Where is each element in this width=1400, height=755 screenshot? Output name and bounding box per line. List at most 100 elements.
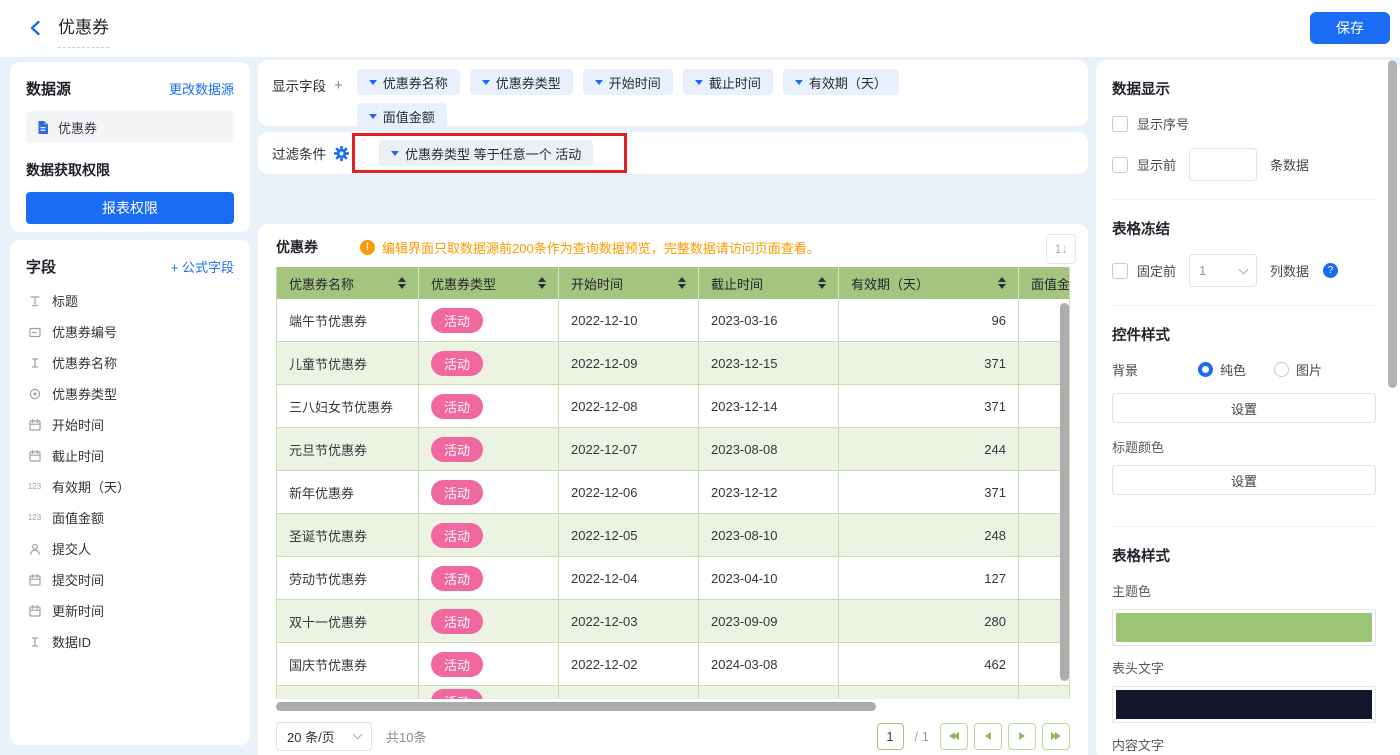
column-header[interactable]: 截止时间 <box>699 267 839 299</box>
save-button[interactable]: 保存 <box>1310 12 1390 44</box>
preview-notice-text: 编辑界面只取数据源前200条作为查询数据预览，完整数据请访问页面查看。 <box>382 240 820 256</box>
warning-icon: ! <box>360 239 375 255</box>
fields-heading: 字段 <box>26 259 57 276</box>
display-field-chips: 优惠券名称 优惠券类型 开始时间 截止时间 有效期（天） 面值金额 <box>356 69 957 129</box>
display-field-chip-label: 开始时间 <box>608 75 661 91</box>
table-row: 儿童节优惠券 活动 2022-12-09 2023-12-15 371 <box>277 342 1069 385</box>
first-page-button[interactable] <box>940 722 968 750</box>
divider <box>1112 199 1376 200</box>
page-size-select[interactable]: 20 条/页 <box>276 721 372 751</box>
cell-validity-days: 462 <box>839 643 1019 686</box>
show-index-checkbox[interactable] <box>1112 115 1128 132</box>
current-page-input[interactable]: 1 <box>876 722 904 750</box>
filter-chips: 优惠券类型 等于任意一个 活动 <box>379 140 594 166</box>
title-color-set-button[interactable]: 设置 <box>1112 465 1376 495</box>
field-item[interactable]: 优惠券类型 <box>26 378 234 409</box>
preview-panel: 优惠券 ! 编辑界面只取数据源前200条作为查询数据预览，完整数据请访问页面查看… <box>258 224 1088 755</box>
table-header-row: 优惠券名称 优惠券类型 开始时间 截止时间 有效期（天） 面值金额 <box>277 267 1070 299</box>
field-item[interactable]: 123 有效期（天） <box>26 471 234 502</box>
vertical-scrollbar[interactable] <box>1060 303 1069 681</box>
page-title[interactable]: 优惠券 <box>58 13 109 48</box>
show-first-checkbox[interactable] <box>1112 156 1128 173</box>
filter-condition-chip-label: 优惠券类型 等于任意一个 活动 <box>405 146 582 162</box>
table-row: 新年优惠券 活动 2022-12-06 2023-12-12 371 <box>277 471 1069 514</box>
cell-start-date: 2022-12-05 <box>559 514 699 557</box>
add-formula-field-link[interactable]: + 公式字段 <box>171 257 234 276</box>
sort-arrows-icon[interactable] <box>818 277 826 289</box>
field-item[interactable]: 开始时间 <box>26 409 234 440</box>
field-item[interactable]: 优惠券名称 <box>26 347 234 378</box>
fields-panel: 字段 + 公式字段 标题优惠券编号 优惠券名称 优惠券类型 开始时间 截止时间 123 有效… <box>10 240 250 745</box>
column-header-label: 截止时间 <box>711 276 764 292</box>
display-field-chip[interactable]: 优惠券类型 <box>469 69 573 95</box>
background-solid-option[interactable]: 纯色 <box>1198 360 1246 379</box>
freeze-count-select[interactable]: 1 <box>1189 254 1258 287</box>
field-item[interactable]: 标题 <box>26 285 234 316</box>
header-text-color-swatch[interactable] <box>1112 686 1376 723</box>
field-item[interactable]: 优惠券编号 <box>26 316 234 347</box>
cell-coupon-type: 活动 <box>419 514 559 557</box>
sort-order-icon[interactable]: 1↓ <box>1046 234 1076 264</box>
divider <box>1112 305 1376 306</box>
display-field-chip[interactable]: 优惠券名称 <box>356 69 460 95</box>
report-permission-button[interactable]: 报表权限 <box>26 192 234 224</box>
field-item[interactable]: 123 面值金额 <box>26 502 234 533</box>
field-item[interactable]: 数据ID <box>26 626 234 657</box>
cell-end-date: 2023-08-08 <box>699 428 839 471</box>
radio-selected-icon[interactable] <box>1198 362 1213 377</box>
datasource-item[interactable]: 优惠券 <box>26 111 234 143</box>
table-row: 圣诞节优惠券 活动 2022-12-05 2023-08-10 248 <box>277 514 1069 557</box>
table-row: 活动 <box>277 686 1069 699</box>
sort-arrows-icon[interactable] <box>538 277 546 289</box>
last-page-button[interactable] <box>1042 722 1070 750</box>
cell-end-date: 2023-08-10 <box>699 514 839 557</box>
display-field-chip[interactable]: 截止时间 <box>682 69 773 95</box>
field-item-label: 面值金额 <box>52 511 105 526</box>
radio-unselected-icon[interactable] <box>1274 362 1290 377</box>
column-header[interactable]: 有效期（天） <box>839 267 1019 299</box>
sort-arrows-icon[interactable] <box>678 277 686 289</box>
table-row: 国庆节优惠券 活动 2022-12-02 2024-03-08 462 <box>277 643 1069 686</box>
field-item[interactable]: 提交人 <box>26 533 234 564</box>
freeze-prefix-label: 固定前 <box>1137 264 1177 279</box>
field-item[interactable]: 更新时间 <box>26 595 234 626</box>
filter-label: 过滤条件 <box>272 147 326 162</box>
pagination-bar: 20 条/页 共10条 1 / 1 <box>276 718 1070 754</box>
table-row: 劳动节优惠券 活动 2022-12-04 2023-04-10 127 <box>277 557 1069 600</box>
horizontal-scrollbar[interactable] <box>276 702 876 711</box>
back-icon[interactable] <box>24 17 46 39</box>
filter-condition-chip[interactable]: 优惠券类型 等于任意一个 活动 <box>379 140 594 166</box>
column-header-label: 面值金额 <box>1031 276 1070 292</box>
background-set-button[interactable]: 设置 <box>1112 393 1376 423</box>
add-display-field-button[interactable]: + <box>334 77 343 94</box>
data-display-heading: 数据显示 <box>1112 82 1170 98</box>
freeze-columns-checkbox[interactable] <box>1112 262 1128 279</box>
next-page-button[interactable] <box>1008 722 1036 750</box>
title-color-label: 标题颜色 <box>1112 440 1165 455</box>
help-icon[interactable]: ? <box>1323 263 1339 278</box>
sort-arrows-icon[interactable] <box>398 277 406 289</box>
cell-coupon-name: 儿童节优惠券 <box>277 342 419 385</box>
background-image-option[interactable]: 图片 <box>1274 360 1322 379</box>
column-header[interactable]: 优惠券类型 <box>419 267 559 299</box>
field-item[interactable]: 截止时间 <box>26 440 234 471</box>
display-field-chip[interactable]: 有效期（天） <box>782 69 899 95</box>
cell-validity-days: 280 <box>839 600 1019 643</box>
sort-arrows-icon[interactable] <box>998 277 1006 289</box>
change-datasource-link[interactable]: 更改数据源 <box>169 79 234 98</box>
show-first-count-input[interactable] <box>1189 148 1258 181</box>
column-header[interactable]: 优惠券名称 <box>277 267 419 299</box>
panel-scrollbar[interactable] <box>1388 60 1397 388</box>
display-field-chip[interactable]: 面值金额 <box>356 103 447 129</box>
field-item-label: 标题 <box>52 294 79 309</box>
cell-coupon-name: 劳动节优惠券 <box>277 557 419 600</box>
gear-icon[interactable] <box>334 145 349 161</box>
display-field-chip[interactable]: 开始时间 <box>582 69 673 95</box>
coupon-type-badge: 活动 <box>431 479 484 505</box>
field-item[interactable]: 提交时间 <box>26 564 234 595</box>
prev-page-button[interactable] <box>974 722 1002 750</box>
chevron-down-icon <box>352 729 363 740</box>
column-header[interactable]: 开始时间 <box>559 267 699 299</box>
theme-color-swatch[interactable] <box>1112 609 1376 646</box>
column-header[interactable]: 面值金额 <box>1019 267 1070 299</box>
